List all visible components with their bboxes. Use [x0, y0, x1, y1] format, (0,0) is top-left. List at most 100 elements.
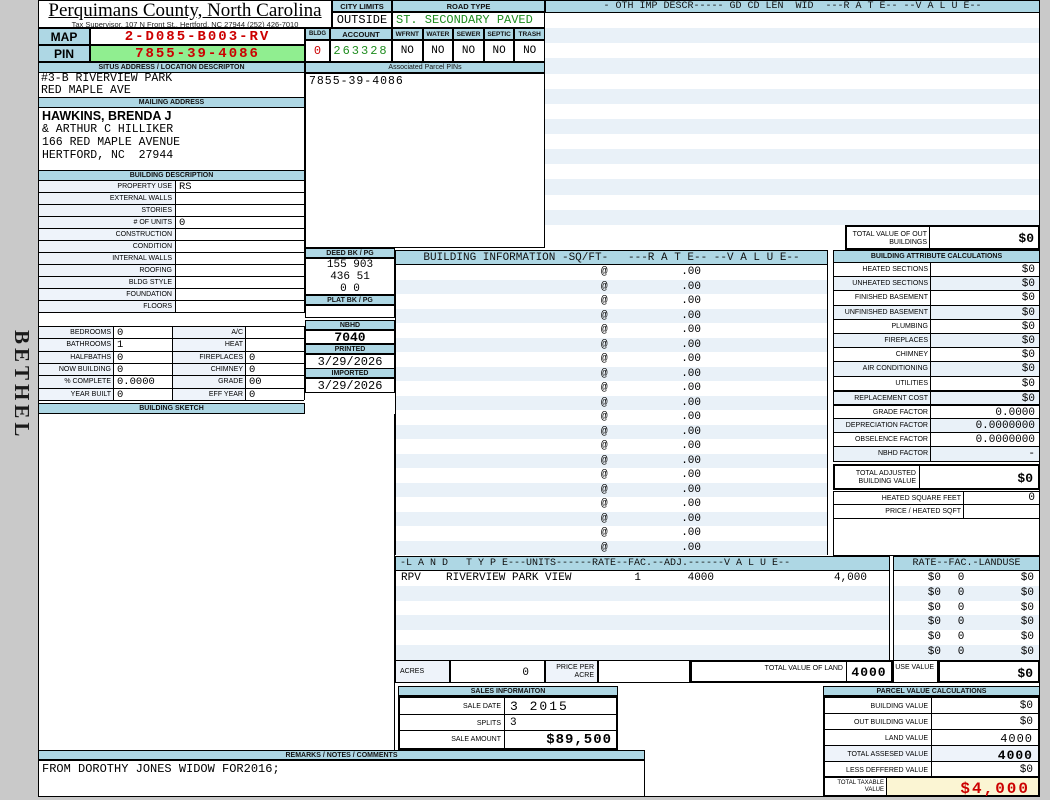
row-value: $0	[1021, 306, 1035, 319]
row-label: UNFINISHED BASEMENT	[834, 305, 931, 319]
row-value: RS	[179, 181, 192, 193]
row-value: $0	[1019, 716, 1033, 728]
row-value	[176, 301, 304, 312]
row-value	[246, 339, 304, 350]
oth-imp-row	[545, 209, 1039, 225]
flag-value: NO	[483, 40, 515, 62]
flag-value: NO	[514, 40, 545, 62]
land-value: 4,000	[833, 572, 867, 584]
table-row: $0 0 $0	[894, 601, 1039, 616]
flag-header: TRASH	[514, 28, 545, 40]
heated-square-feet-row: HEATED SQUARE FEET 0	[833, 491, 1040, 505]
table-row: BUILDING VALUE $0	[825, 698, 1038, 714]
row-label: REPLACEMENT COST	[834, 391, 931, 404]
oth-imp-row	[545, 74, 1039, 89]
row-label: YEAR BUILT	[39, 388, 114, 400]
city-limits-header: CITY LIMITS	[332, 0, 392, 12]
use-fac: 0	[957, 572, 965, 584]
use-rate: $0	[927, 586, 941, 599]
land-use-rows: $0 0 $0 $0 0 $0 $0 0 $0 $0 0 $0 $0 0 $0 …	[893, 571, 1040, 660]
row-label: BLDG STYLE	[39, 277, 176, 288]
deed-line: 436 51	[330, 271, 370, 283]
row-value: $0	[1021, 264, 1035, 276]
table-row: BEDROOMS 0 A/C	[39, 327, 304, 340]
use-landuse: $0	[1020, 586, 1034, 599]
oth-imp-row	[545, 28, 1039, 44]
table-row	[396, 601, 889, 616]
out-buildings-total: TOTAL VALUE OF OUT BUILDINGS $0	[845, 225, 1040, 250]
table-row	[396, 630, 889, 645]
associated-pins-header: Associated Parcel PINs	[305, 62, 545, 73]
mailing-line-4: HERTFORD, NC 27944	[42, 149, 174, 162]
table-row: TOTAL ASSESED VALUE 4000	[825, 746, 1038, 763]
filler	[833, 519, 1040, 556]
row-label: BEDROOMS	[39, 327, 114, 339]
other-improvements-header: - OTH IMP DESCR----- GD CD LEN WID ---R …	[545, 0, 1040, 13]
total-taxable-value: TOTAL TAXABLE VALUE $4,000	[823, 776, 1040, 798]
table-row: UNFINISHED BASEMENT $0	[834, 305, 1039, 320]
remarks-text: FROM DOROTHY JONES WIDOW FOR2016;	[38, 760, 645, 797]
table-row: DEPRECIATION FACTOR 0.0000000	[834, 419, 1039, 434]
table-row: $0 0 $0	[894, 630, 1039, 645]
total-value: $0	[1018, 231, 1034, 246]
row-value: $0	[1021, 292, 1035, 305]
row-label: INTERNAL WALLS	[39, 253, 176, 264]
table-row	[396, 615, 889, 631]
acres-label: ACRES	[395, 660, 450, 683]
building-description-table: PROPERTY USE RS EXTERNAL WALLS STORIES #…	[38, 181, 305, 313]
row-label: HEAT	[173, 339, 246, 351]
row-label: UNHEATED SECTIONS	[834, 277, 931, 291]
row-label: STORIES	[39, 205, 176, 216]
oth-imp-row	[545, 104, 1039, 119]
mailing-address: HAWKINS, BRENDA J & ARTHUR C HILLIKER 16…	[38, 108, 305, 170]
row-value	[964, 505, 1039, 518]
row-value: 0	[114, 351, 173, 364]
row-value: $0	[1021, 392, 1035, 405]
row-label: % COMPLETE	[39, 376, 114, 388]
price-per-acre-value	[598, 660, 690, 683]
adjusted-building-value-total: TOTAL ADJUSTED BUILDING VALUE $0	[833, 464, 1040, 490]
row-value	[176, 193, 304, 204]
map-label: MAP	[38, 28, 90, 45]
table-row: UNHEATED SECTIONS $0	[834, 277, 1039, 292]
row-value	[176, 277, 304, 288]
plat-bk-pg-value	[305, 305, 395, 318]
row-label: LAND VALUE	[825, 730, 932, 745]
total-label: TOTAL VALUE OF LAND	[692, 662, 847, 681]
row-label: TOTAL ASSESED VALUE	[825, 746, 932, 761]
table-row: SPLITS 3	[400, 714, 616, 732]
building-description-header: BUILDING DESCRIPTION	[38, 170, 305, 181]
taxable-value: $4,000	[887, 778, 1038, 798]
row-label: FINISHED BASEMENT	[834, 291, 931, 305]
row-label: BATHROOMS	[39, 339, 114, 351]
table-row: INTERNAL WALLS	[39, 253, 304, 265]
use-rate: $0	[927, 631, 941, 644]
row-label: AIR CONDITIONING	[834, 362, 931, 376]
parcel-value-header: PARCEL VALUE CALCULATIONS	[823, 686, 1040, 696]
account-value: 263328	[330, 40, 392, 62]
row-value: $89,500	[546, 732, 612, 749]
row-value: $0	[1021, 320, 1035, 333]
flag-header: WATER	[422, 28, 454, 40]
township-label: BETHEL	[10, 330, 34, 441]
table-row: AIR CONDITIONING $0	[834, 362, 1039, 377]
building-counts-table: BEDROOMS 0 A/C BATHROOMS 1 HEAT HALFBATH…	[38, 326, 305, 401]
table-row: FIREPLACES $0	[834, 333, 1039, 349]
row-value: 00	[249, 376, 262, 389]
building-info-row: @ .00	[601, 353, 701, 365]
use-landuse: $0	[1020, 646, 1034, 659]
row-label: FIREPLACES	[173, 351, 246, 363]
oth-imp-row	[545, 118, 1039, 134]
deed-line: 155 903	[326, 259, 374, 271]
printed-date: 3/29/2026	[305, 354, 395, 369]
row-value: $0	[1021, 363, 1035, 376]
land-use-header: RATE--FAC.-LANDUSE	[893, 556, 1040, 571]
bldg-value: 0	[305, 40, 330, 62]
sales-information-header: SALES INFORMAITON	[398, 686, 618, 696]
row-label: HEATED SQUARE FEET	[834, 492, 964, 504]
row-value: 0	[249, 351, 256, 364]
table-row: PLUMBING $0	[834, 319, 1039, 334]
row-label: CHIMNEY	[173, 363, 246, 376]
row-label: GRADE FACTOR	[834, 405, 931, 419]
printed-header: PRINTED	[305, 344, 395, 354]
